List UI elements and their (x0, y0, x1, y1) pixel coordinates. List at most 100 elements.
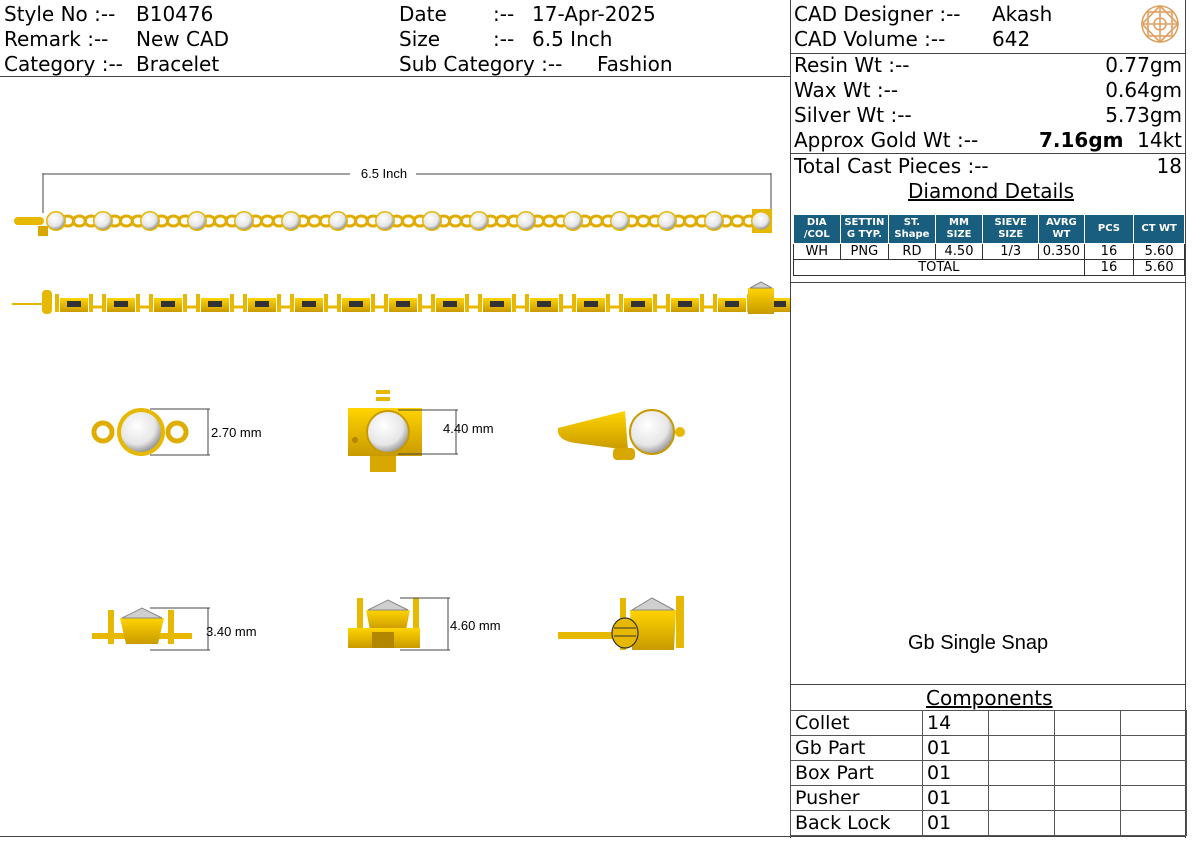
components-title: Components (926, 686, 1053, 710)
size-value: 6.5 Inch (532, 27, 613, 51)
divider-header (0, 76, 790, 77)
component-qty: 01 (922, 735, 989, 761)
table-row: Box Part 01 (790, 760, 1187, 786)
resin-wt-value: 0.77gm (1105, 53, 1182, 77)
cell-total-ct: 5.60 (1133, 259, 1185, 276)
divider-components (790, 684, 1186, 685)
component-name: Gb Part (790, 735, 923, 761)
col-dia: DIA /COL (793, 214, 841, 244)
date-value: 17-Apr-2025 (532, 2, 656, 26)
diamond-details-title: Diamond Details (908, 179, 1074, 203)
stone (329, 212, 347, 230)
resin-wt-label: Resin Wt :-- (794, 53, 910, 77)
dim-collet-width: 2.70 mm (211, 425, 262, 440)
cell-setting: PNG (839, 243, 890, 260)
category-value: Bracelet (136, 52, 220, 76)
component-name: Collet (790, 710, 923, 736)
collet-side-view (92, 607, 192, 644)
subcategory-label: Sub Category :-- (399, 52, 563, 76)
divider-bottom (0, 836, 1186, 837)
dim-collet-height: 3.40 mm (206, 624, 257, 639)
stone (564, 212, 582, 230)
bracelet-side-view (12, 281, 790, 314)
silver-wt-label: Silver Wt :-- (794, 103, 912, 127)
table-total-row: TOTAL 16 5.60 (793, 259, 1185, 276)
table-row: Pusher 01 (790, 785, 1187, 811)
clasp-side-view (348, 598, 420, 648)
bracelet-top-view (14, 209, 772, 236)
cad-volume-label: CAD Volume :-- (794, 27, 946, 51)
lock-name: Gb Single Snap (908, 632, 1049, 654)
table-row: Back Lock 01 (790, 810, 1187, 836)
size-label: Size (399, 27, 441, 51)
stone (235, 212, 253, 230)
col-shape: ST. Shape (888, 214, 936, 244)
cell-avrg-wt: 0.350 (1038, 243, 1085, 260)
size-sep: :-- (493, 27, 515, 51)
diamond-table: DIA /COL SETTIN G TYP. ST. Shape MM SIZE… (793, 214, 1185, 276)
stone (141, 212, 159, 230)
subcategory-value: Fashion (597, 52, 673, 76)
gold-karat-value: 14kt (1137, 128, 1182, 152)
component-qty: 01 (922, 810, 989, 836)
remark-value: New CAD (136, 27, 230, 51)
cell-shape: RD (888, 243, 936, 260)
clasp-angle-view (557, 409, 685, 460)
stone (611, 212, 629, 230)
brand-logo (1140, 4, 1180, 44)
clasp-top-view (348, 390, 422, 472)
component-qty: 14 (922, 710, 989, 736)
cell-pcs: 16 (1083, 243, 1135, 260)
col-mm-size: MM SIZE (934, 214, 984, 244)
cast-pieces-label: Total Cast Pieces :-- (794, 154, 989, 178)
table-row: Gb Part 01 (790, 735, 1187, 761)
cad-designer-label: CAD Designer :-- (794, 2, 961, 26)
stone (282, 212, 300, 230)
cell-sieve: 1/3 (982, 243, 1040, 260)
diamond-table-header: DIA /COL SETTIN G TYP. ST. Shape MM SIZE… (793, 214, 1185, 244)
table-row: Collet 14 (790, 710, 1187, 736)
style-no-value: B10476 (136, 2, 214, 26)
silver-wt-value: 5.73gm (1105, 103, 1182, 127)
date-sep: :-- (493, 2, 515, 26)
gold-wt-value: 7.16gm (1039, 128, 1124, 152)
category-label: Category :-- (4, 52, 123, 76)
col-pcs: PCS (1083, 214, 1135, 244)
cell-dia: WH (793, 243, 841, 260)
stone (188, 212, 206, 230)
table-row: WH PNG RD 4.50 1/3 0.350 16 5.60 (793, 243, 1185, 260)
stone (47, 212, 65, 230)
stone (658, 212, 676, 230)
stone (423, 212, 441, 230)
clasp-side-angle-view (558, 596, 684, 650)
date-label: Date (399, 2, 447, 26)
gold-wt-label: Approx Gold Wt :-- (794, 128, 979, 152)
dim-clasp-height: 4.60 mm (450, 618, 501, 633)
component-qty: 01 (922, 760, 989, 786)
style-no-label: Style No :-- (4, 2, 116, 26)
remark-label: Remark :-- (4, 27, 109, 51)
col-sieve: SIEVE SIZE (982, 214, 1040, 244)
wax-wt-value: 0.64gm (1105, 78, 1182, 102)
dim-clasp-width: 4.40 mm (443, 421, 494, 436)
stone (705, 212, 723, 230)
stone (94, 212, 112, 230)
col-setting: SETTIN G TYP. (839, 214, 890, 244)
cell-mm-size: 4.50 (934, 243, 984, 260)
collet-top-view (91, 408, 189, 456)
component-qty: 01 (922, 785, 989, 811)
cad-volume-value: 642 (992, 27, 1031, 51)
stone (470, 212, 488, 230)
cast-pieces-value: 18 (1156, 154, 1182, 178)
cad-drawing: 6.5 Inch 2.70 mm 4.40 mm 3.40 mm 4.60 mm (12, 166, 790, 651)
length-label: 6.5 Inch (361, 166, 407, 181)
cell-total-pcs: 16 (1083, 259, 1135, 276)
wax-wt-label: Wax Wt :-- (794, 78, 899, 102)
component-name: Back Lock (790, 810, 923, 836)
col-ct-wt: CT WT (1133, 214, 1185, 244)
stone (517, 212, 535, 230)
cad-designer-value: Akash (992, 2, 1053, 26)
component-name: Box Part (790, 760, 923, 786)
stone (376, 212, 394, 230)
component-name: Pusher (790, 785, 923, 811)
